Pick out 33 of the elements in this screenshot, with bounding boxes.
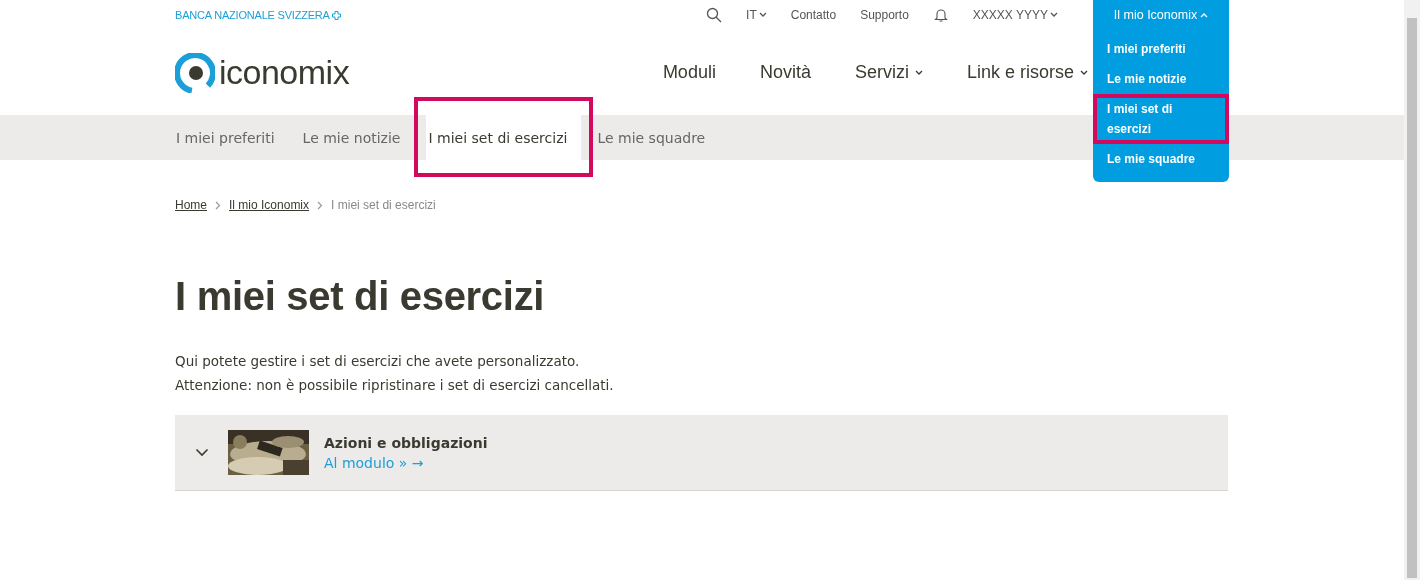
caret-up-icon: [1200, 12, 1209, 18]
logo[interactable]: iconomix: [175, 52, 350, 93]
breadcrumb-link[interactable]: Il mio Iconomix: [229, 198, 310, 212]
intro-text: Attenzione: non è possibile ripristinare i set di esercizi cancellati.: [175, 376, 615, 395]
sub-nav-tab[interactable]: I miei set di esercizi: [426, 115, 582, 160]
nav-link[interactable]: Novità: [759, 62, 811, 83]
caret-icon: [1080, 69, 1088, 76]
sub-nav-tab[interactable]: Le mie squadre: [595, 115, 719, 160]
bell-icon[interactable]: [932, 7, 949, 23]
user-menu[interactable]: XXXXX YYYY: [972, 8, 1058, 22]
sub-nav-tab[interactable]: I miei preferiti: [174, 115, 288, 160]
nav-link[interactable]: Servizi: [854, 62, 923, 83]
top-link[interactable]: Supporto: [860, 8, 909, 22]
caret-icon: [1050, 12, 1058, 18]
breadcrumb-current: I miei set di esercizi: [331, 198, 436, 212]
page-title: I miei set di esercizi: [175, 274, 546, 319]
search-icon[interactable]: [706, 7, 723, 23]
logo-icon: [175, 52, 215, 93]
cross-icon: [331, 10, 341, 20]
exercise-set-title: Azioni e obbligazioni: [324, 434, 488, 451]
intro-text: Qui potete gestire i set di esercizi che avete personalizzato.: [175, 352, 581, 371]
caret-icon: [758, 12, 767, 18]
sub-nav-tab[interactable]: Le mie notizie: [300, 115, 414, 160]
language-selector[interactable]: IT: [746, 8, 767, 22]
breadcrumb-link[interactable]: Home: [175, 198, 207, 212]
nav-link[interactable]: Link e risorse: [966, 62, 1088, 83]
chevron-down-icon[interactable]: [195, 448, 209, 457]
chevron-right-icon: [215, 200, 221, 210]
top-link[interactable]: Contatto: [790, 8, 837, 22]
caret-icon: [914, 69, 923, 76]
nav-link[interactable]: Moduli: [662, 62, 716, 83]
scrollbar-thumb[interactable]: [1407, 18, 1417, 578]
chevron-right-icon: [317, 200, 324, 210]
